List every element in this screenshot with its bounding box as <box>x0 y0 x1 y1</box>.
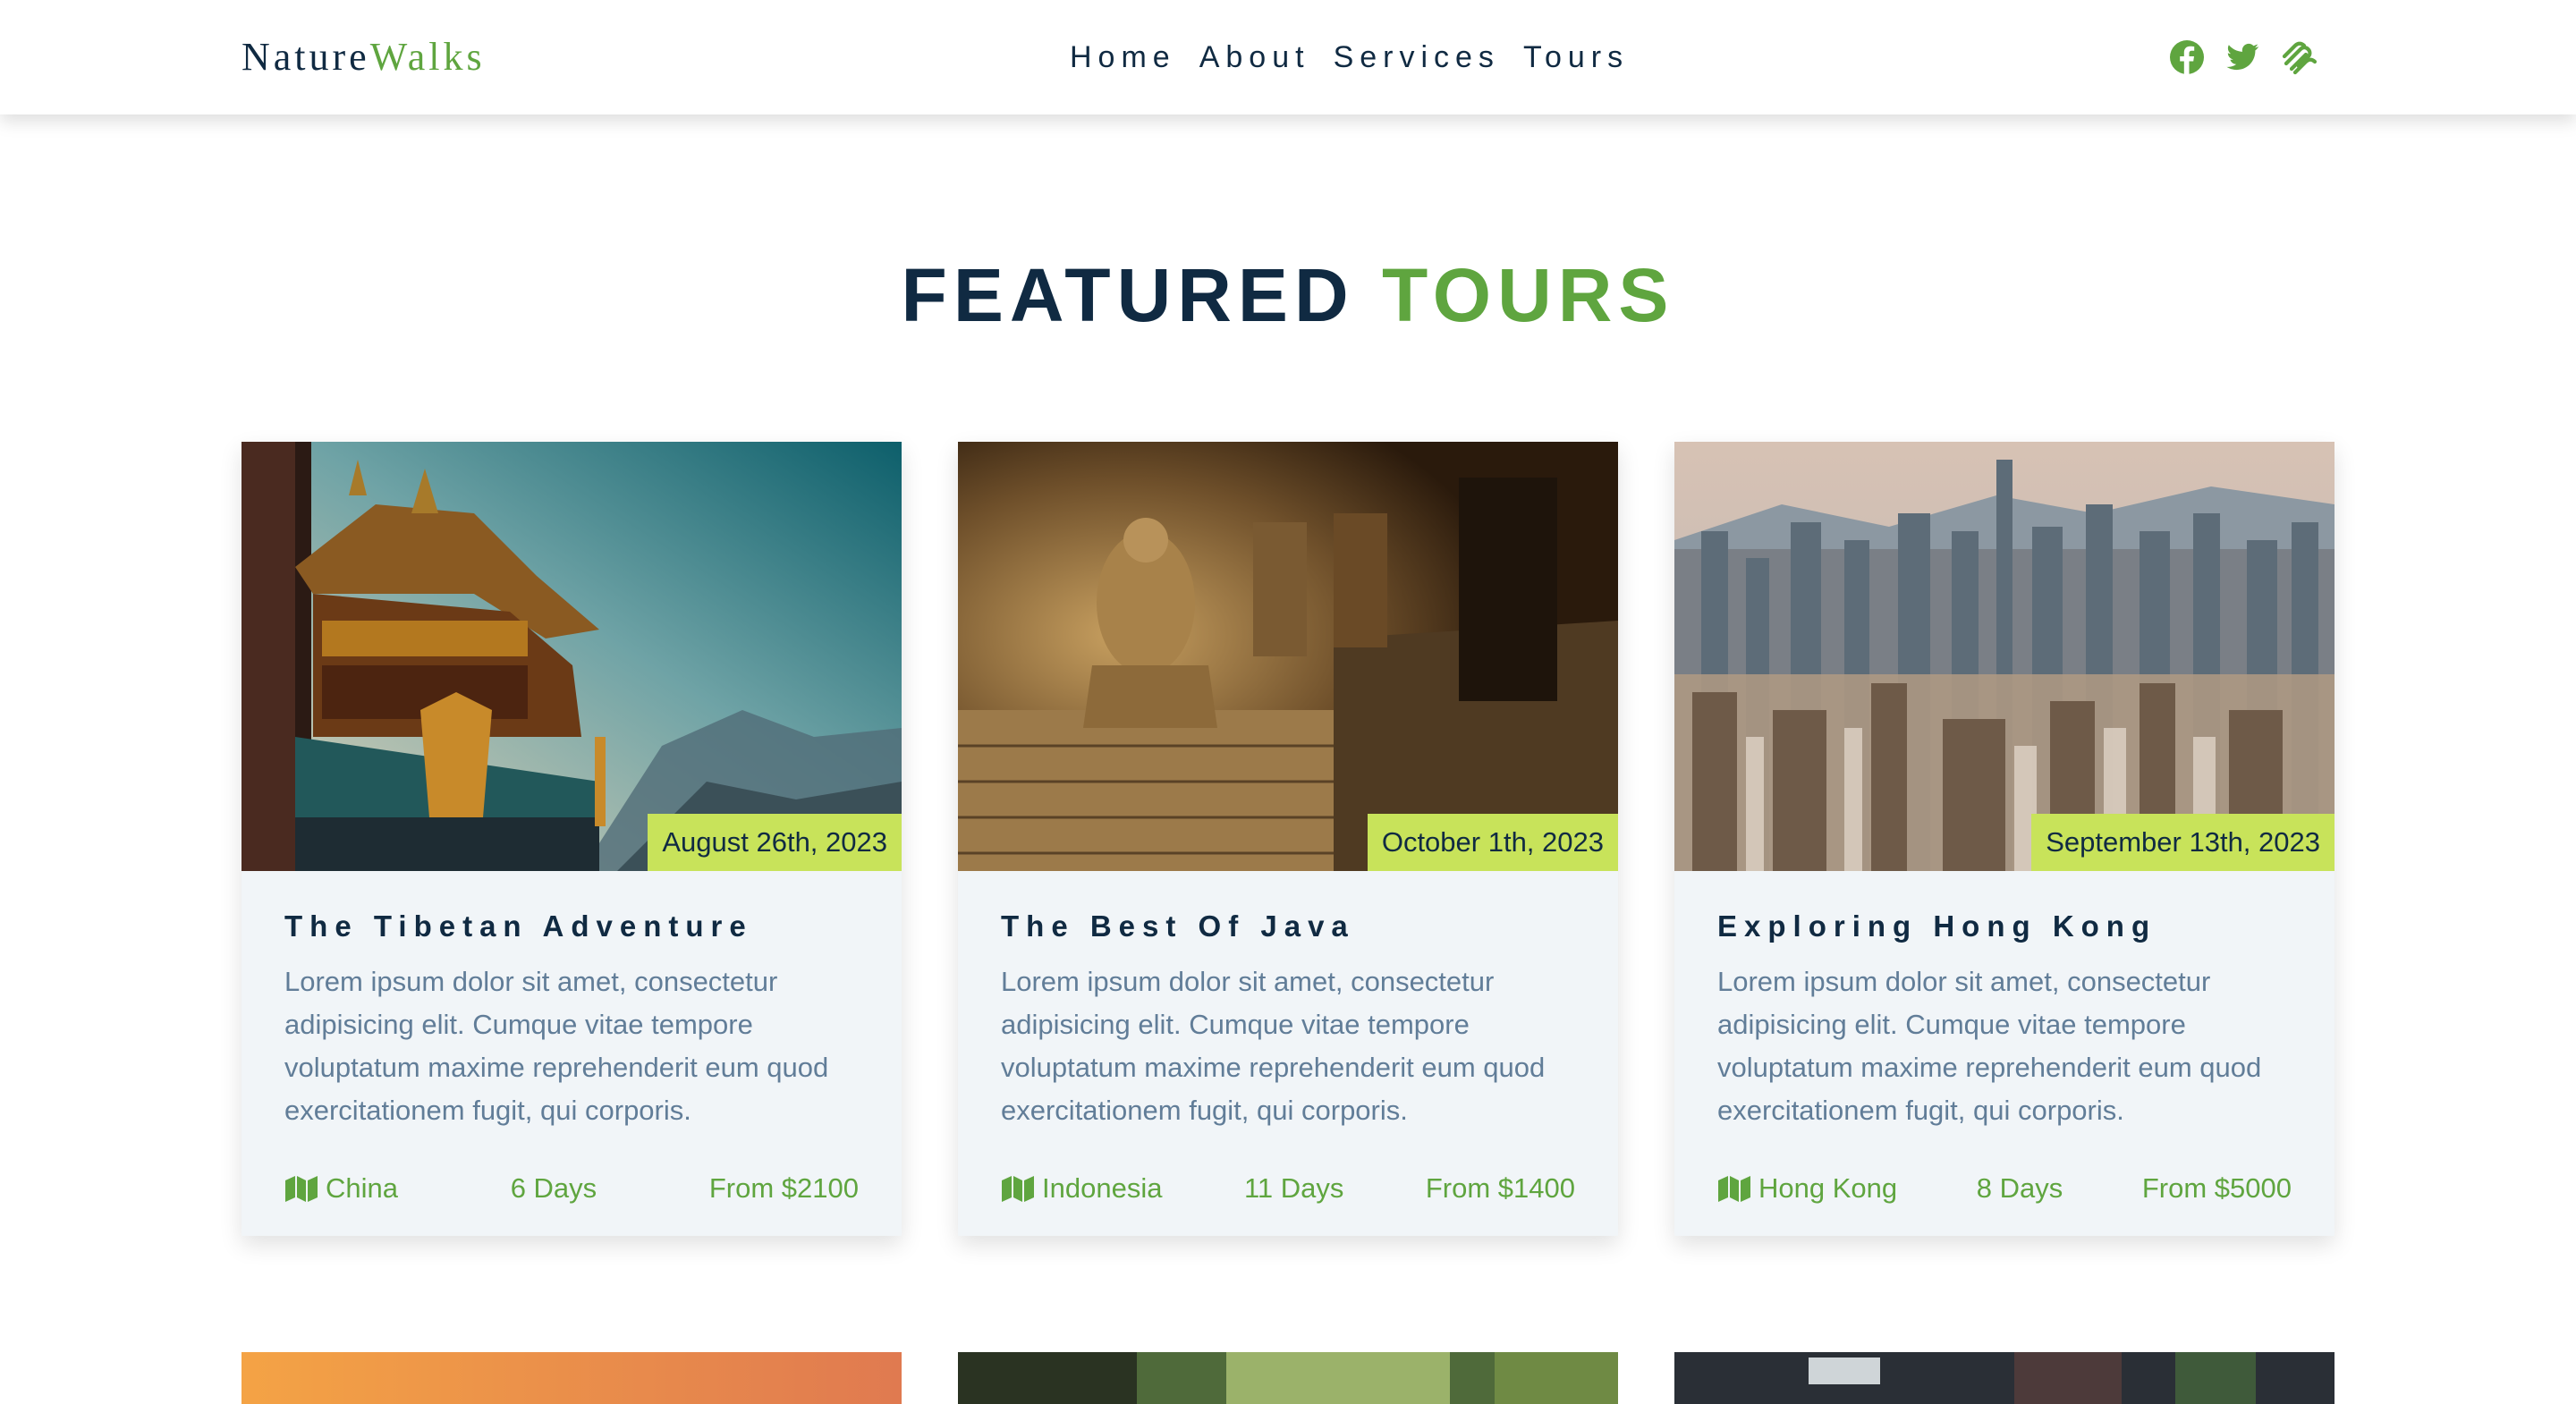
tour-duration: 11 Days <box>1243 1172 1344 1204</box>
map-icon <box>1001 1175 1035 1202</box>
tour-description: Lorem ipsum dolor sit amet, consectetur … <box>1001 966 1546 1126</box>
tour-title[interactable]: The Tibetan Adventure <box>284 905 911 948</box>
tour-location: Indonesia <box>1001 1172 1162 1205</box>
tour-title[interactable]: The Best Of Java <box>1001 905 1627 948</box>
tour-title[interactable]: Exploring Hong Kong <box>1717 905 2343 948</box>
tour-price: From $1400 <box>1425 1172 1575 1204</box>
tour-duration: 6 Days <box>510 1172 597 1204</box>
tour-price: From $2100 <box>708 1172 859 1204</box>
tour-card-image-partial <box>958 1352 1618 1404</box>
nav-link-tours[interactable]: Tours <box>1523 34 1629 80</box>
logo[interactable]: NatureWalks <box>242 32 486 82</box>
social-icons <box>2168 36 2317 79</box>
tour-card-footer: Hong Kong 8 Days From $5000 <box>1717 1166 2292 1211</box>
tour-card-image-partial <box>242 1352 902 1404</box>
tour-card: August 26th, 2023 The Tibetan Adventure … <box>242 442 902 1236</box>
tour-location-label: Hong Kong <box>1758 1172 1898 1204</box>
tour-location-label: Indonesia <box>1042 1172 1163 1204</box>
nav-link-about[interactable]: About <box>1199 34 1310 80</box>
tour-card: October 1th, 2023 The Best Of Java Lorem… <box>958 442 1618 1236</box>
tour-description: Lorem ipsum dolor sit amet, consectetur … <box>284 966 829 1126</box>
twitter-icon[interactable] <box>2224 38 2261 76</box>
section-title-tours: TOURS <box>1381 253 1675 337</box>
tour-card-footer: Indonesia 11 Days From $1400 <box>1001 1166 1575 1211</box>
map-icon <box>284 1175 318 1202</box>
tour-date-badge: August 26th, 2023 <box>648 814 902 871</box>
tour-image-hong-kong-skyline: September 13th, 2023 <box>1674 442 2334 871</box>
facebook-icon[interactable] <box>2168 38 2206 76</box>
tour-image-java-temple: October 1th, 2023 <box>958 442 1618 871</box>
section-title-featured: FEATURED <box>901 253 1355 337</box>
tour-location: Hong Kong <box>1717 1172 1897 1205</box>
logo-part-nature: Nature <box>242 35 370 79</box>
tour-image-tibetan-temple: August 26th, 2023 <box>242 442 902 871</box>
nav-links: Home About Services Tours <box>1070 34 1629 80</box>
tour-description: Lorem ipsum dolor sit amet, consectetur … <box>1717 966 2262 1126</box>
nav-link-home[interactable]: Home <box>1070 34 1176 80</box>
tour-duration: 8 Days <box>1976 1172 2063 1204</box>
section-title: FEATURED TOURS <box>0 250 2576 340</box>
map-icon <box>1717 1175 1751 1202</box>
tour-card-footer: China 6 Days From $2100 <box>284 1166 859 1211</box>
navbar: NatureWalks Home About Services Tours <box>0 0 2576 114</box>
tour-card: September 13th, 2023 Exploring Hong Kong… <box>1674 442 2334 1236</box>
squarespace-icon[interactable] <box>2279 38 2317 76</box>
logo-part-walks: Walks <box>369 35 486 79</box>
tour-card-image-partial <box>1674 1352 2334 1404</box>
tour-date-badge: October 1th, 2023 <box>1367 814 1618 871</box>
tour-location-label: China <box>326 1172 398 1204</box>
tour-location: China <box>284 1172 398 1205</box>
tour-date-badge: September 13th, 2023 <box>2031 814 2334 871</box>
tour-price: From $5000 <box>2141 1172 2292 1204</box>
nav-link-services[interactable]: Services <box>1334 34 1500 80</box>
